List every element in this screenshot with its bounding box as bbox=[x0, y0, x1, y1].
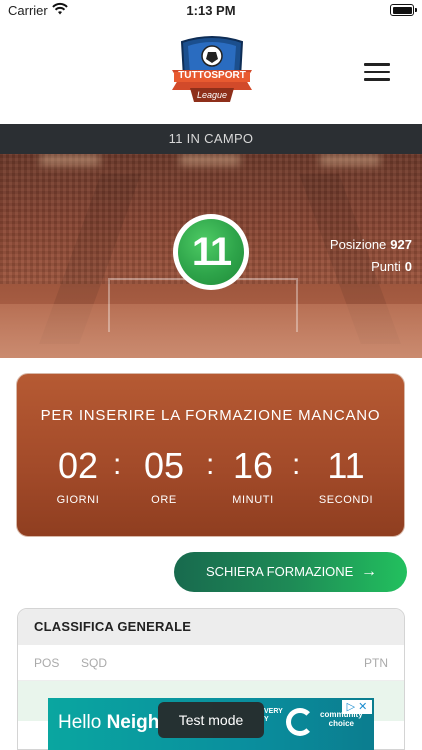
logo-subtext: League bbox=[196, 90, 228, 100]
countdown-separator: : bbox=[292, 448, 301, 481]
hamburger-menu-icon[interactable] bbox=[364, 62, 390, 82]
status-time: 1:13 PM bbox=[186, 3, 236, 18]
countdown-hours-value: 05 bbox=[143, 445, 185, 486]
column-pos: POS bbox=[34, 656, 60, 670]
badge-number: 11 bbox=[178, 219, 244, 285]
ranking-header-row: POS SQD PTN bbox=[18, 645, 404, 681]
position-label: Posizione bbox=[329, 237, 387, 252]
countdown-seconds-value: 11 bbox=[327, 445, 365, 486]
countdown-minutes: 16 MINUTI bbox=[213, 445, 293, 507]
community-choice-logo-icon bbox=[286, 708, 314, 736]
tuttosport-league-logo[interactable]: TUTTOSPORT League bbox=[170, 34, 254, 110]
countdown-hours-caption: ORE bbox=[151, 494, 177, 506]
stadium-light bbox=[40, 154, 100, 166]
countdown-card: PER INSERIRE LA FORMAZIONE MANCANO 02 GI… bbox=[16, 373, 405, 537]
countdown-label: PER INSERIRE LA FORMAZIONE MANCANO bbox=[40, 407, 381, 424]
countdown-days-caption: GIORNI bbox=[56, 494, 100, 506]
countdown-minutes-caption: MINUTI bbox=[232, 494, 274, 506]
schiera-formazione-button[interactable]: SCHIERA FORMAZIONE → bbox=[174, 552, 407, 592]
team-stats: Posizione 927 Punti 0 bbox=[330, 234, 412, 278]
countdown-days: 02 GIORNI bbox=[38, 445, 118, 507]
column-sqd: SQD bbox=[81, 656, 108, 670]
countdown-seconds-caption: SECONDI bbox=[318, 494, 374, 506]
status-bar: Carrier 1:13 PM bbox=[0, 0, 422, 22]
stadium-hero: 11 Posizione 927 Punti 0 bbox=[0, 154, 422, 358]
ad-text: Hello Neigh bbox=[58, 712, 159, 734]
ad-side-text: VERY Y bbox=[264, 708, 283, 723]
ranking-title: CLASSIFICA GENERALE bbox=[18, 609, 404, 645]
battery-icon bbox=[390, 4, 417, 16]
points-value: 0 bbox=[404, 259, 412, 274]
ad-text-regular: Hello bbox=[58, 712, 107, 733]
arrow-right-icon: → bbox=[361, 563, 377, 580]
ad-text-bold: Neigh bbox=[106, 712, 160, 733]
countdown-days-value: 02 bbox=[57, 445, 99, 486]
schiera-formazione-label: SCHIERA FORMAZIONE bbox=[206, 564, 354, 579]
countdown-separator: : bbox=[113, 448, 122, 481]
app-header: TUTTOSPORT League bbox=[0, 22, 422, 124]
points-row: Punti 0 bbox=[330, 256, 412, 278]
logo-text: TUTTOSPORT bbox=[178, 70, 246, 81]
position-row: Posizione 927 bbox=[330, 234, 412, 256]
stadium-light bbox=[180, 154, 240, 166]
test-mode-toast: Test mode bbox=[158, 702, 264, 738]
stadium-light bbox=[320, 154, 380, 166]
team-badge: 11 bbox=[173, 214, 249, 290]
ad-close-icon[interactable]: ▷ ✕ bbox=[342, 700, 372, 714]
points-label: Punti bbox=[371, 259, 401, 274]
page-title: 11 IN CAMPO bbox=[0, 124, 422, 154]
countdown-hours: 05 ORE bbox=[124, 445, 204, 507]
countdown-seconds: 11 SECONDI bbox=[306, 445, 386, 507]
countdown-minutes-value: 16 bbox=[232, 445, 274, 486]
column-ptn: PTN bbox=[364, 656, 388, 670]
position-value: 927 bbox=[390, 237, 412, 252]
